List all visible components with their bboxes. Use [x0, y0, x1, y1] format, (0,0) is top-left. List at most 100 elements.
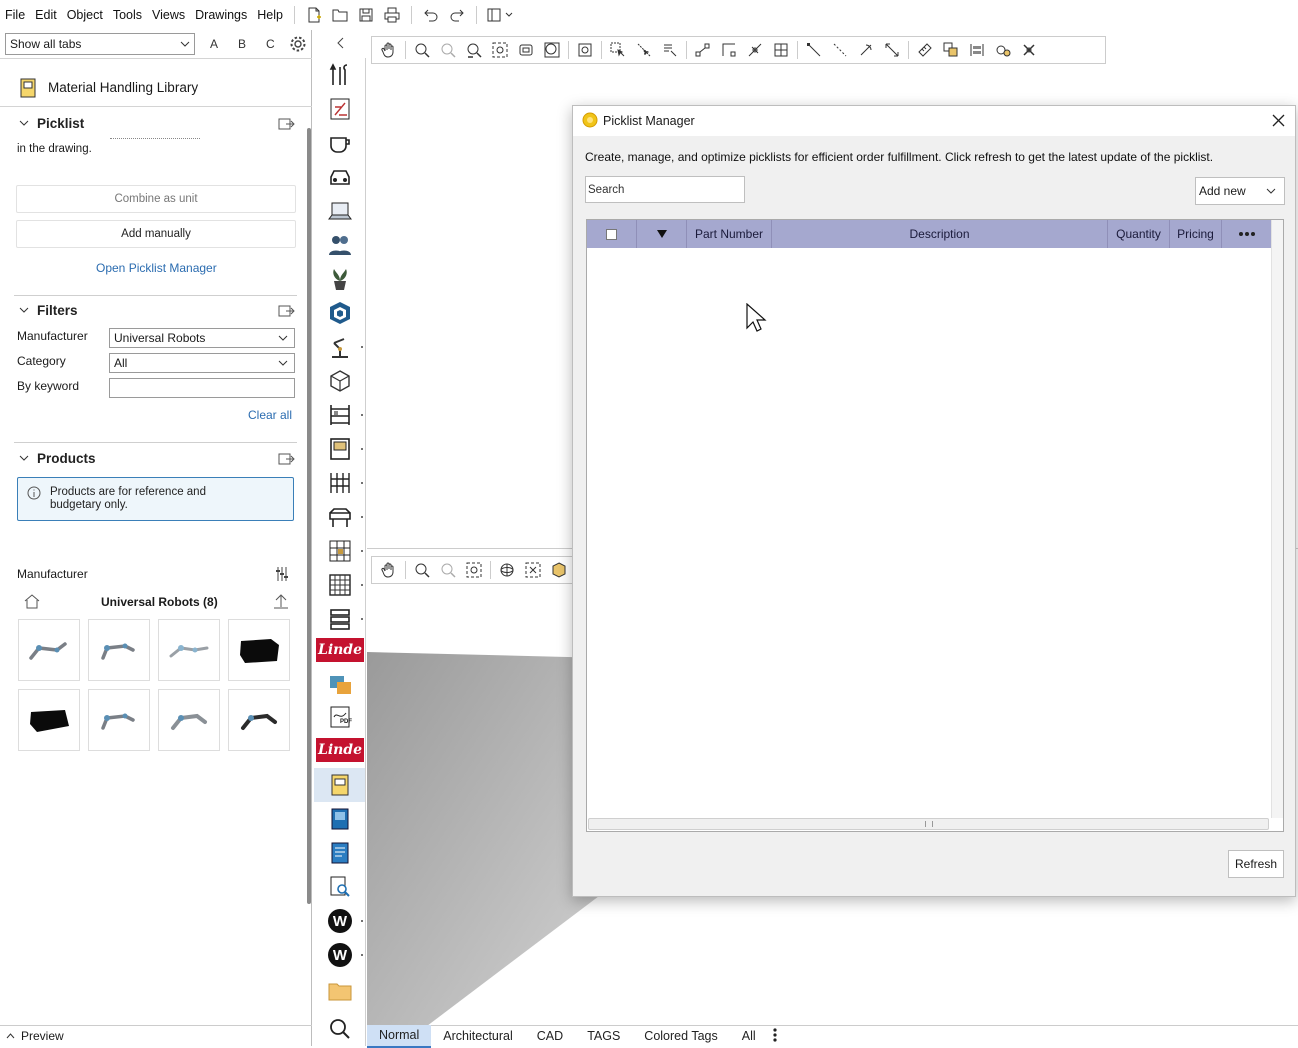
- layout-dropdown-icon[interactable]: [485, 4, 519, 26]
- arm-icon[interactable]: [327, 334, 353, 360]
- open-picklist-manager-link[interactable]: Open Picklist Manager: [96, 261, 217, 275]
- zoom-icon[interactable]: [411, 39, 433, 61]
- rotate-3d-icon[interactable]: [855, 39, 877, 61]
- popout-icon[interactable]: [278, 304, 295, 321]
- home-icon[interactable]: [23, 593, 41, 612]
- pan-hand-icon[interactable]: [378, 559, 400, 581]
- collapse-panel-icon[interactable]: [336, 37, 346, 52]
- line-icon[interactable]: [803, 39, 825, 61]
- zoom-window-icon[interactable]: [463, 39, 485, 61]
- stack-icon[interactable]: [327, 606, 353, 632]
- product-tile-7[interactable]: [158, 689, 220, 751]
- product-tile-3[interactable]: [158, 619, 220, 681]
- manufacturer-select[interactable]: Universal Robots: [109, 328, 295, 348]
- book-icon[interactable]: [327, 806, 353, 832]
- w-icon[interactable]: W: [327, 942, 353, 968]
- shelf-icon[interactable]: [327, 402, 353, 428]
- fit-view-icon[interactable]: [574, 39, 596, 61]
- folder-icon[interactable]: [327, 978, 353, 1004]
- drawing-icon[interactable]: [327, 96, 353, 122]
- pdf-icon[interactable]: PDF: [327, 704, 353, 730]
- select-text-icon[interactable]: [659, 39, 681, 61]
- add-new-dropdown[interactable]: Add new: [1195, 177, 1285, 205]
- open-folder-icon[interactable]: [329, 4, 351, 26]
- popout-icon[interactable]: [278, 452, 295, 469]
- people-icon[interactable]: [327, 232, 353, 258]
- refresh-button[interactable]: Refresh: [1228, 850, 1284, 878]
- tab-cad[interactable]: CAD: [525, 1026, 575, 1047]
- settings-object-icon[interactable]: [992, 39, 1014, 61]
- select-cross-icon[interactable]: [633, 39, 655, 61]
- popout-icon[interactable]: [278, 117, 295, 134]
- snap-node-icon[interactable]: [744, 39, 766, 61]
- zoom-extents-icon[interactable]: [489, 39, 511, 61]
- grid-rack-icon[interactable]: [327, 572, 353, 598]
- laptop-icon[interactable]: [327, 198, 353, 224]
- up-level-icon[interactable]: [273, 593, 289, 612]
- menu-object[interactable]: Object: [62, 8, 108, 22]
- menu-help[interactable]: Help: [252, 8, 288, 22]
- tab-filter-select[interactable]: Show all tabs: [5, 33, 195, 55]
- tab-colored-tags[interactable]: Colored Tags: [632, 1026, 729, 1047]
- door-icon[interactable]: [327, 436, 353, 462]
- gate-icon[interactable]: [327, 504, 353, 530]
- search-doc-icon[interactable]: [327, 874, 353, 900]
- save-icon[interactable]: [355, 4, 377, 26]
- dashed-line-icon[interactable]: [829, 39, 851, 61]
- car-icon[interactable]: [327, 164, 353, 190]
- color-icon[interactable]: [327, 672, 353, 698]
- product-tile-8[interactable]: [228, 689, 290, 751]
- menu-drawings[interactable]: Drawings: [190, 8, 252, 22]
- fit-3d-icon[interactable]: [522, 559, 544, 581]
- column-part-number[interactable]: Part Number: [687, 220, 772, 248]
- delete-icon[interactable]: [1018, 39, 1040, 61]
- filter-column[interactable]: [637, 220, 687, 248]
- snap-corner-icon[interactable]: [718, 39, 740, 61]
- column-description[interactable]: Description: [772, 220, 1108, 248]
- orbit-icon[interactable]: [496, 559, 518, 581]
- select-icon[interactable]: [607, 39, 629, 61]
- tab-architectural[interactable]: Architectural: [431, 1026, 524, 1047]
- zoom-icon[interactable]: [411, 559, 433, 581]
- new-file-icon[interactable]: [303, 4, 325, 26]
- align-icon[interactable]: [966, 39, 988, 61]
- keyword-input[interactable]: [109, 378, 295, 398]
- linde-logo[interactable]: Linde: [316, 738, 364, 762]
- product-tile-4[interactable]: [228, 619, 290, 681]
- pan-hand-icon[interactable]: [378, 39, 400, 61]
- table-horizontal-scrollbar[interactable]: [588, 818, 1269, 830]
- book2-icon[interactable]: [327, 840, 353, 866]
- menu-file[interactable]: File: [0, 8, 30, 22]
- filter-letter-b[interactable]: B: [238, 37, 246, 51]
- zoom-selection-icon[interactable]: [515, 39, 537, 61]
- picklist-section-header[interactable]: Picklist: [19, 116, 84, 131]
- menu-tools[interactable]: Tools: [108, 8, 147, 22]
- tab-all[interactable]: All: [730, 1026, 768, 1047]
- catalog-icon[interactable]: [327, 772, 353, 798]
- column-quantity[interactable]: Quantity: [1108, 220, 1170, 248]
- snap-endpoint-icon[interactable]: [692, 39, 714, 61]
- crate-icon[interactable]: [327, 538, 353, 564]
- menu-edit[interactable]: Edit: [30, 8, 62, 22]
- copy-objects-icon[interactable]: [940, 39, 962, 61]
- rack-icon[interactable]: [327, 470, 353, 496]
- category-select[interactable]: All: [109, 353, 295, 373]
- sketchup-icon[interactable]: [327, 300, 353, 326]
- plant-icon[interactable]: [327, 266, 353, 292]
- sliders-icon[interactable]: [274, 566, 290, 585]
- cube-icon[interactable]: [327, 368, 353, 394]
- zoom-extents-icon[interactable]: [463, 559, 485, 581]
- product-tile-1[interactable]: [18, 619, 80, 681]
- zoom-out-icon[interactable]: [437, 39, 459, 61]
- tab-tags[interactable]: TAGS: [575, 1026, 632, 1047]
- dialog-titlebar[interactable]: Picklist Manager: [573, 106, 1295, 136]
- search-icon[interactable]: [327, 1016, 353, 1042]
- product-tile-2[interactable]: [88, 619, 150, 681]
- left-panel-scrollbar[interactable]: [307, 128, 311, 904]
- gear-icon[interactable]: [289, 35, 307, 56]
- redo-icon[interactable]: [446, 4, 468, 26]
- column-pricing[interactable]: Pricing: [1170, 220, 1222, 248]
- zoom-all-icon[interactable]: [541, 39, 563, 61]
- print-icon[interactable]: [381, 4, 403, 26]
- coffee-icon[interactable]: [327, 130, 353, 156]
